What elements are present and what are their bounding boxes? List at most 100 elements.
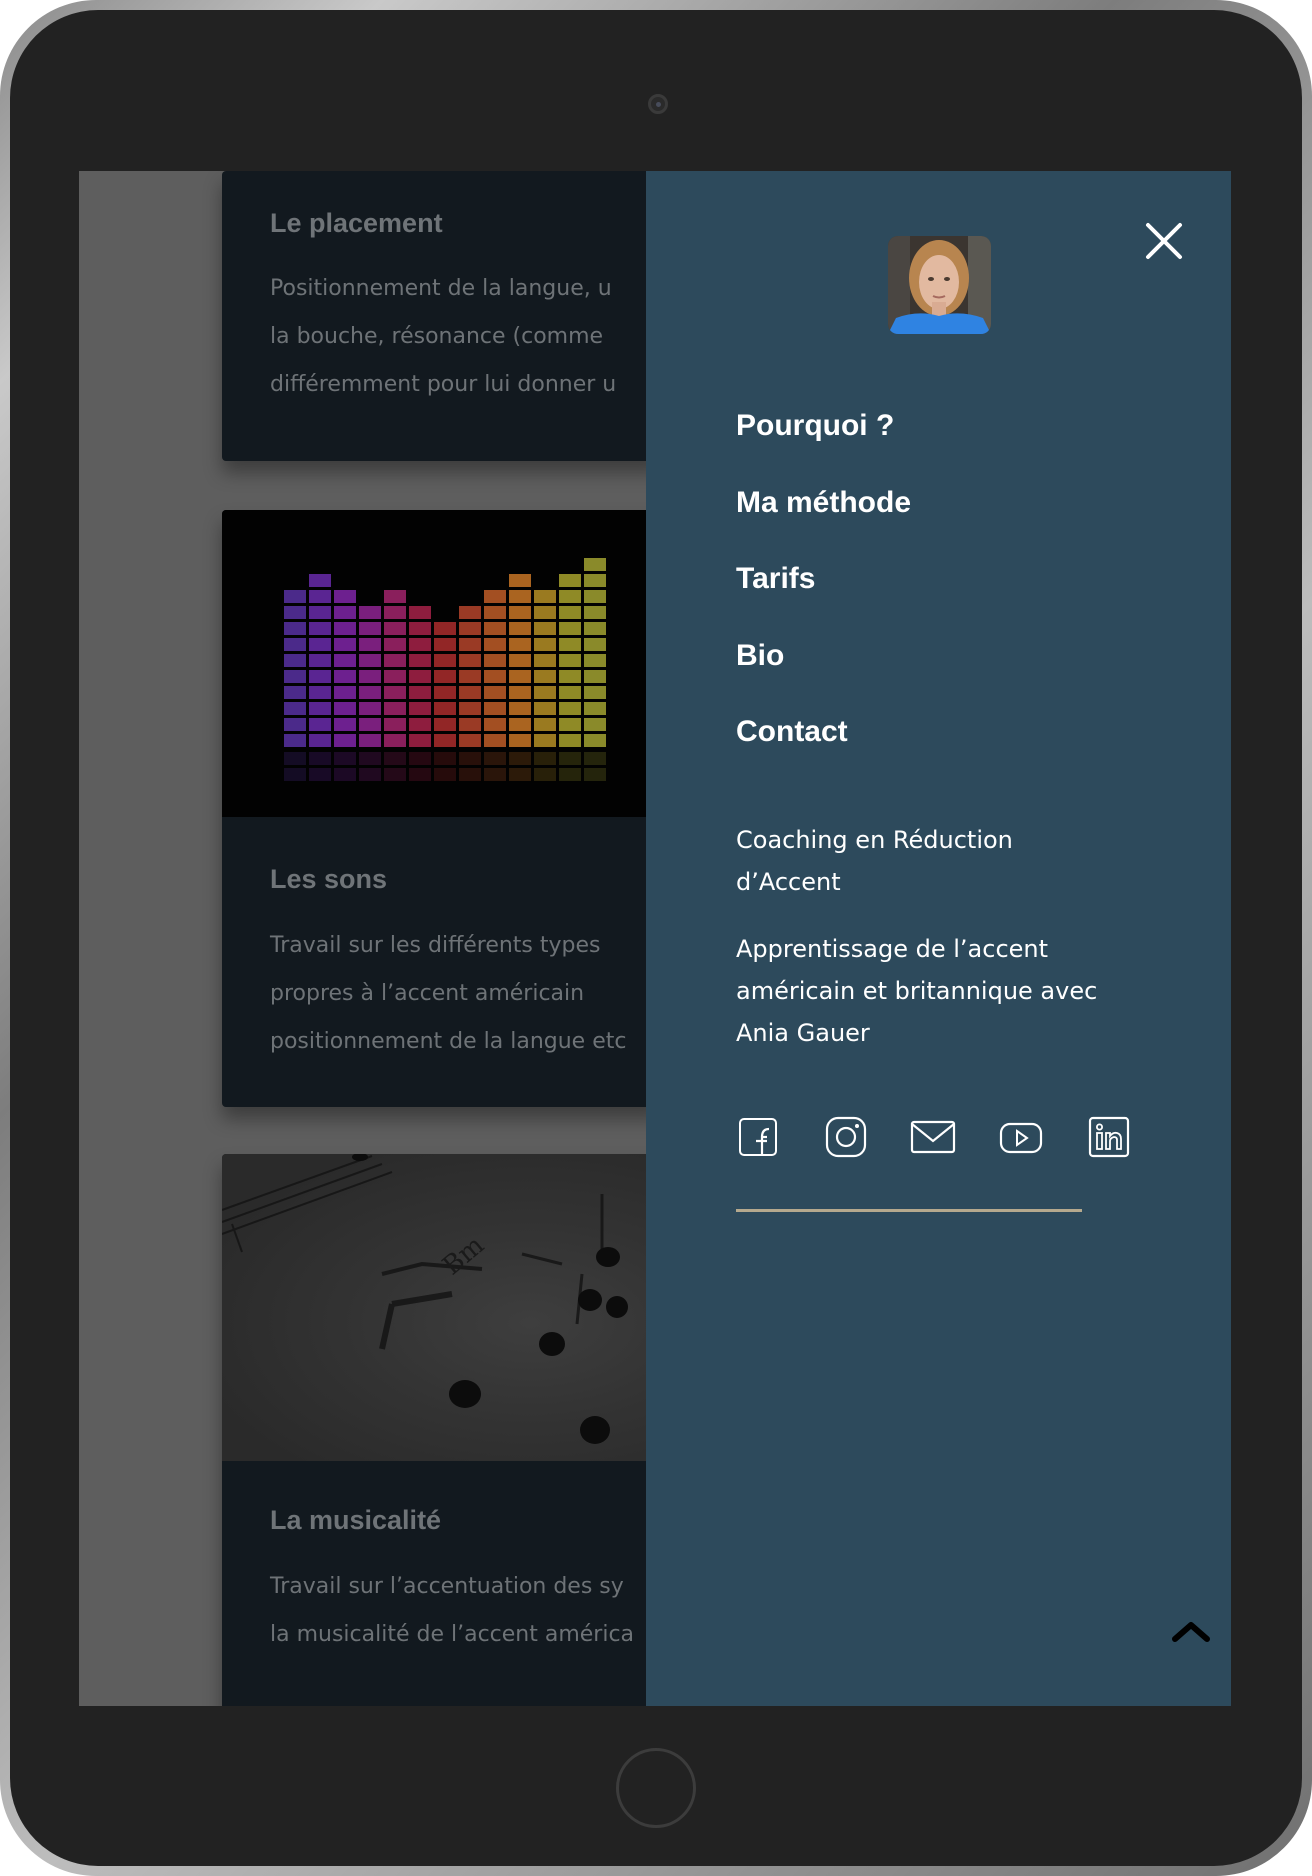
equalizer-cell xyxy=(584,670,606,683)
equalizer-cell xyxy=(309,622,331,635)
equalizer-reflection-cell xyxy=(509,768,531,781)
card-text: Travail sur les différents types propres… xyxy=(270,933,627,1054)
equalizer-cell xyxy=(334,638,356,651)
nav-item-ma-methode[interactable]: Ma méthode xyxy=(736,486,911,520)
equalizer-cell xyxy=(284,670,306,683)
equalizer-cell xyxy=(584,734,606,747)
front-camera xyxy=(648,94,668,114)
equalizer-cell xyxy=(484,686,506,699)
equalizer-cell xyxy=(359,654,381,667)
equalizer-cell xyxy=(534,606,556,619)
equalizer-cell xyxy=(559,574,581,587)
equalizer-cell xyxy=(359,686,381,699)
equalizer-cell xyxy=(559,718,581,731)
equalizer-cell xyxy=(434,686,456,699)
equalizer-cell xyxy=(434,734,456,747)
equalizer-cell xyxy=(334,622,356,635)
equalizer-cell xyxy=(509,670,531,683)
equalizer-cell xyxy=(484,670,506,683)
equalizer-cell xyxy=(584,622,606,635)
chevron-up-icon xyxy=(1172,1622,1210,1642)
equalizer-cell xyxy=(359,718,381,731)
equalizer-reflection-cell xyxy=(459,768,481,781)
equalizer-cell xyxy=(434,670,456,683)
equalizer-cell xyxy=(309,654,331,667)
equalizer-cell xyxy=(559,622,581,635)
equalizer-cell xyxy=(534,734,556,747)
equalizer-cell xyxy=(459,622,481,635)
equalizer-cell xyxy=(584,638,606,651)
email-link[interactable] xyxy=(910,1115,956,1159)
menu-divider xyxy=(736,1209,1082,1212)
equalizer-reflection-cell xyxy=(409,752,431,765)
card-text: Positionnement de la langue, u la bouche… xyxy=(270,276,617,397)
equalizer-cell xyxy=(509,638,531,651)
equalizer-cell xyxy=(334,606,356,619)
equalizer-cell xyxy=(359,734,381,747)
equalizer-cell xyxy=(484,622,506,635)
nav-item-pourquoi[interactable]: Pourquoi ? xyxy=(736,409,894,443)
equalizer-cell xyxy=(484,734,506,747)
equalizer-cell xyxy=(284,638,306,651)
equalizer-cell xyxy=(284,606,306,619)
equalizer-cell xyxy=(359,670,381,683)
equalizer-reflection-cell xyxy=(534,768,556,781)
instagram-link[interactable] xyxy=(824,1115,868,1159)
equalizer-cell xyxy=(584,654,606,667)
equalizer-cell xyxy=(384,654,406,667)
equalizer-cell xyxy=(409,606,431,619)
linkedin-link[interactable] xyxy=(1087,1115,1131,1159)
equalizer-cell xyxy=(509,622,531,635)
scroll-to-top-button[interactable] xyxy=(1171,1617,1211,1645)
equalizer-cell xyxy=(434,622,456,635)
equalizer-cell xyxy=(334,702,356,715)
facebook-link[interactable] xyxy=(736,1115,780,1159)
equalizer-cell xyxy=(309,670,331,683)
avatar-portrait xyxy=(888,236,991,334)
equalizer-reflection-cell xyxy=(484,768,506,781)
equalizer-cell xyxy=(459,702,481,715)
equalizer-reflection-cell xyxy=(309,752,331,765)
home-button[interactable] xyxy=(616,1748,696,1828)
equalizer-reflection-cell xyxy=(284,752,306,765)
equalizer-cell xyxy=(484,638,506,651)
equalizer-cell xyxy=(484,702,506,715)
youtube-link[interactable] xyxy=(999,1115,1043,1159)
linkedin-icon xyxy=(1088,1116,1130,1158)
equalizer-cell xyxy=(284,734,306,747)
equalizer-cell xyxy=(459,686,481,699)
equalizer-cell xyxy=(334,718,356,731)
equalizer-cell xyxy=(309,718,331,731)
equalizer-cell xyxy=(284,622,306,635)
nav-item-bio[interactable]: Bio xyxy=(736,639,784,673)
equalizer-reflection-cell xyxy=(284,768,306,781)
equalizer-cell xyxy=(534,686,556,699)
equalizer-cell xyxy=(559,702,581,715)
equalizer-cell xyxy=(459,718,481,731)
screen: Le placement Positionnement de la langue… xyxy=(79,171,1231,1706)
equalizer-cell xyxy=(509,734,531,747)
equalizer-graphic xyxy=(284,558,606,781)
equalizer-cell xyxy=(309,606,331,619)
navigation-menu: Pourquoi ? Ma méthode Tarifs Bio Contact… xyxy=(646,171,1231,1706)
equalizer-cell xyxy=(409,702,431,715)
close-button[interactable] xyxy=(1144,221,1184,261)
equalizer-reflection-cell xyxy=(434,752,456,765)
nav-item-tarifs[interactable]: Tarifs xyxy=(736,562,815,596)
equalizer-cell xyxy=(434,702,456,715)
equalizer-cell xyxy=(284,686,306,699)
equalizer-cell xyxy=(359,702,381,715)
equalizer-cell xyxy=(559,590,581,603)
equalizer-cell xyxy=(534,654,556,667)
instagram-icon xyxy=(825,1116,867,1158)
equalizer-cell xyxy=(284,702,306,715)
equalizer-cell xyxy=(409,654,431,667)
nav-item-contact[interactable]: Contact xyxy=(736,715,848,749)
equalizer-cell xyxy=(534,670,556,683)
equalizer-cell xyxy=(534,590,556,603)
equalizer-cell xyxy=(384,638,406,651)
equalizer-reflection-cell xyxy=(384,752,406,765)
mail-icon xyxy=(910,1120,956,1154)
sheet-music-image: Bm xyxy=(222,1154,662,1461)
equalizer-cell xyxy=(509,606,531,619)
